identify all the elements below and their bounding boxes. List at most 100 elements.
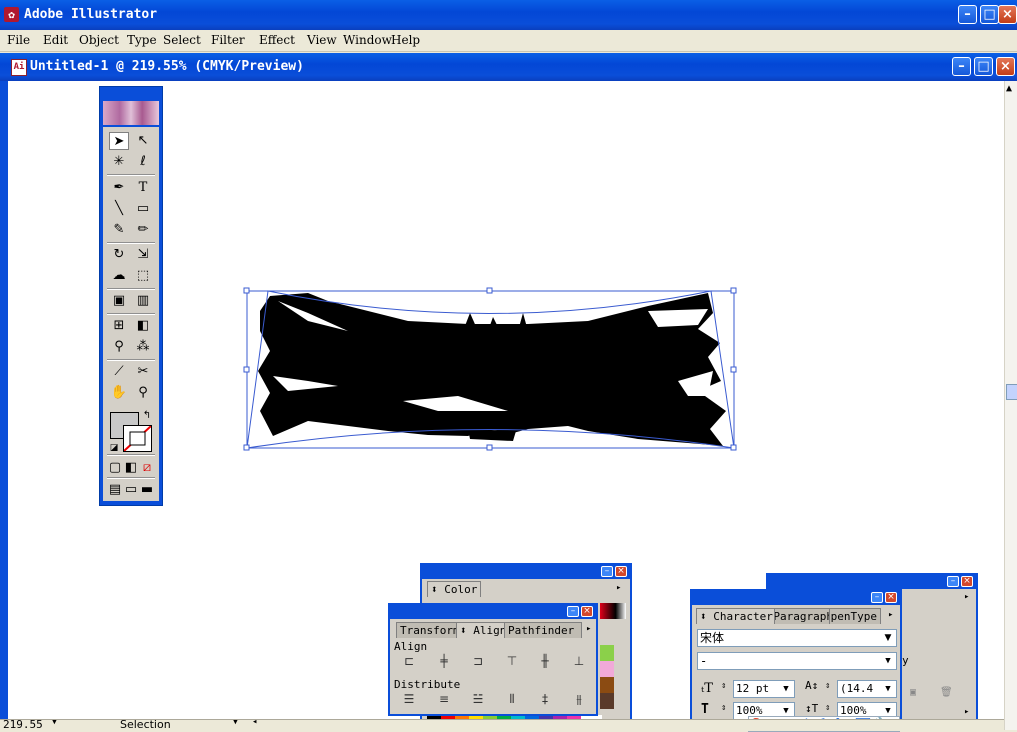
line-tool-icon[interactable]: ╲	[109, 200, 129, 218]
paintbrush-tool-icon[interactable]: ✎	[109, 221, 129, 239]
status-tool-name[interactable]: Selection	[120, 720, 171, 731]
menu-window[interactable]: Window	[343, 33, 392, 47]
panel-close-icon[interactable]: ×	[885, 592, 897, 603]
type-tool-icon[interactable]: T	[133, 179, 153, 197]
full-screen-menu-mode-icon[interactable]: ▭	[123, 481, 139, 499]
mesh-tool-icon[interactable]: ⊞	[109, 317, 129, 335]
font-size-field[interactable]: 12 pt ▼	[733, 680, 795, 698]
pencil-tool-icon[interactable]: ✏	[133, 221, 153, 239]
standard-screen-mode-icon[interactable]: ▤	[107, 481, 123, 499]
panel-minimize-icon[interactable]: –	[871, 592, 883, 603]
align-vertical-center-icon[interactable]: ╫	[536, 654, 554, 668]
scale-tool-icon[interactable]: ⇲	[133, 246, 153, 264]
minimize-button[interactable]: –	[958, 5, 977, 24]
swap-fill-stroke-icon[interactable]: ↰	[141, 407, 153, 425]
menu-filter[interactable]: Filter	[211, 33, 245, 47]
direct-selection-tool-icon[interactable]: ↖	[133, 132, 153, 150]
color-mode-icon[interactable]: ▢	[107, 459, 123, 477]
font-family-select[interactable]: 宋体 ▼	[697, 629, 897, 647]
font-size-stepper-icon[interactable]: ⇕	[721, 681, 726, 691]
distribute-bottom-icon[interactable]: ☱	[469, 692, 487, 706]
zoom-tool-icon[interactable]: ⚲	[133, 384, 153, 402]
doc-close-button[interactable]: ×	[996, 57, 1015, 76]
rotate-tool-icon[interactable]: ↻	[109, 246, 129, 264]
none-mode-icon[interactable]: ⧄	[139, 459, 155, 477]
swatch-pink[interactable]	[600, 661, 614, 677]
trash-icon[interactable]: 🗑	[940, 687, 953, 698]
panel-minimize-icon[interactable]: –	[601, 566, 613, 577]
menu-help[interactable]: Help	[391, 33, 420, 47]
panel-minimize-icon[interactable]: –	[947, 576, 959, 587]
tab-paragraph[interactable]: Paragraph	[774, 608, 837, 624]
symbol-sprayer-tool-icon[interactable]: ▣	[109, 292, 129, 310]
blend-tool-icon[interactable]: ⁂	[133, 338, 153, 356]
slice-tool-icon[interactable]: ⟋	[109, 363, 129, 381]
align-top-icon[interactable]: ⊤	[503, 654, 521, 668]
leading-stepper-icon[interactable]: ⇕	[825, 681, 830, 691]
rectangle-tool-icon[interactable]: ▭	[133, 200, 153, 218]
menu-view[interactable]: View	[307, 33, 337, 47]
menu-type[interactable]: Type	[127, 33, 157, 47]
panel-menu-arrow-icon[interactable]: ▸	[616, 583, 621, 593]
align-horizontal-center-icon[interactable]: ╪	[435, 654, 453, 668]
tab-transform[interactable]: Transform	[396, 622, 464, 638]
zoom-dropdown-icon[interactable]: ▼	[52, 720, 57, 726]
vertical-scrollbar[interactable]: ▲	[1004, 81, 1017, 730]
magic-wand-tool-icon[interactable]: ✳	[109, 153, 129, 171]
vertical-scale-stepper-icon[interactable]: ⇕	[825, 703, 830, 713]
leading-field[interactable]: (14.4 ▼	[837, 680, 897, 698]
doc-minimize-button[interactable]: –	[952, 57, 971, 76]
menu-select[interactable]: Select	[163, 33, 201, 47]
tab-opentype[interactable]: OpenType	[829, 608, 881, 624]
menu-effect[interactable]: Effect	[259, 33, 295, 47]
warp-tool-icon[interactable]: ☁	[109, 267, 129, 285]
align-bottom-icon[interactable]: ⊥	[570, 654, 588, 668]
free-transform-tool-icon[interactable]: ⬚	[133, 267, 153, 285]
menu-file[interactable]: File	[7, 33, 30, 47]
panel-close-icon[interactable]: ×	[961, 576, 973, 587]
distribute-top-icon[interactable]: ☰	[400, 692, 418, 706]
stroke-color-swatch[interactable]	[123, 425, 152, 452]
status-dropdown-icon[interactable]: ▼	[233, 720, 238, 726]
black-artwork-shape[interactable]	[258, 293, 726, 446]
color-spectrum-bar[interactable]	[600, 603, 626, 619]
tab-color[interactable]: ⬍ Color	[427, 581, 482, 597]
gradient-mode-icon[interactable]: ◧	[123, 459, 139, 477]
maximize-button[interactable]: □	[980, 5, 999, 24]
swatch-dark-brown[interactable]	[600, 693, 614, 709]
distribute-right-icon[interactable]: ⫵	[570, 692, 588, 706]
gradient-tool-icon[interactable]: ◧	[133, 317, 153, 335]
scroll-thumb[interactable]	[1006, 384, 1017, 400]
zoom-level[interactable]: 219.55	[3, 720, 43, 731]
panel-menu-arrow-icon[interactable]: ▸	[964, 592, 969, 602]
scroll-up-icon[interactable]: ▲	[1006, 83, 1012, 94]
lasso-tool-icon[interactable]: ℓ	[133, 153, 153, 171]
graph-tool-icon[interactable]: ▥	[133, 292, 153, 310]
scissors-tool-icon[interactable]: ✂	[133, 363, 153, 381]
selection-tool-icon[interactable]: ➤	[109, 132, 129, 150]
font-style-select[interactable]: - ▼	[697, 652, 897, 670]
panel-close-icon[interactable]: ×	[581, 606, 593, 617]
menu-object[interactable]: Object	[79, 33, 119, 47]
eyedropper-tool-icon[interactable]: ⚲	[109, 338, 129, 356]
scroll-right-icon[interactable]: ▸	[964, 707, 969, 717]
hand-tool-icon[interactable]: ✋	[109, 384, 129, 402]
new-item-icon[interactable]: ▣	[910, 687, 916, 698]
scroll-left-icon[interactable]: ◂	[252, 720, 257, 727]
close-button[interactable]: ×	[998, 5, 1017, 24]
panel-menu-arrow-icon[interactable]: ▸	[586, 624, 591, 634]
pen-tool-icon[interactable]: ✒	[109, 179, 129, 197]
distribute-horizontal-center-icon[interactable]: ‡	[536, 692, 554, 706]
swatch-green[interactable]	[600, 645, 614, 661]
doc-maximize-button[interactable]: □	[974, 57, 993, 76]
horizontal-scale-stepper-icon[interactable]: ⇕	[721, 703, 726, 713]
panel-minimize-icon[interactable]: –	[567, 606, 579, 617]
align-left-icon[interactable]: ⊏	[400, 654, 418, 668]
panel-close-icon[interactable]: ×	[615, 566, 627, 577]
distribute-vertical-center-icon[interactable]: ≡	[435, 692, 453, 706]
tab-pathfinder[interactable]: Pathfinder	[504, 622, 582, 638]
distribute-left-icon[interactable]: ⫴	[503, 692, 521, 706]
tab-align[interactable]: ⬍ Align	[456, 622, 511, 638]
panel-menu-arrow-icon[interactable]: ▸	[888, 610, 893, 620]
menu-edit[interactable]: Edit	[43, 33, 68, 47]
